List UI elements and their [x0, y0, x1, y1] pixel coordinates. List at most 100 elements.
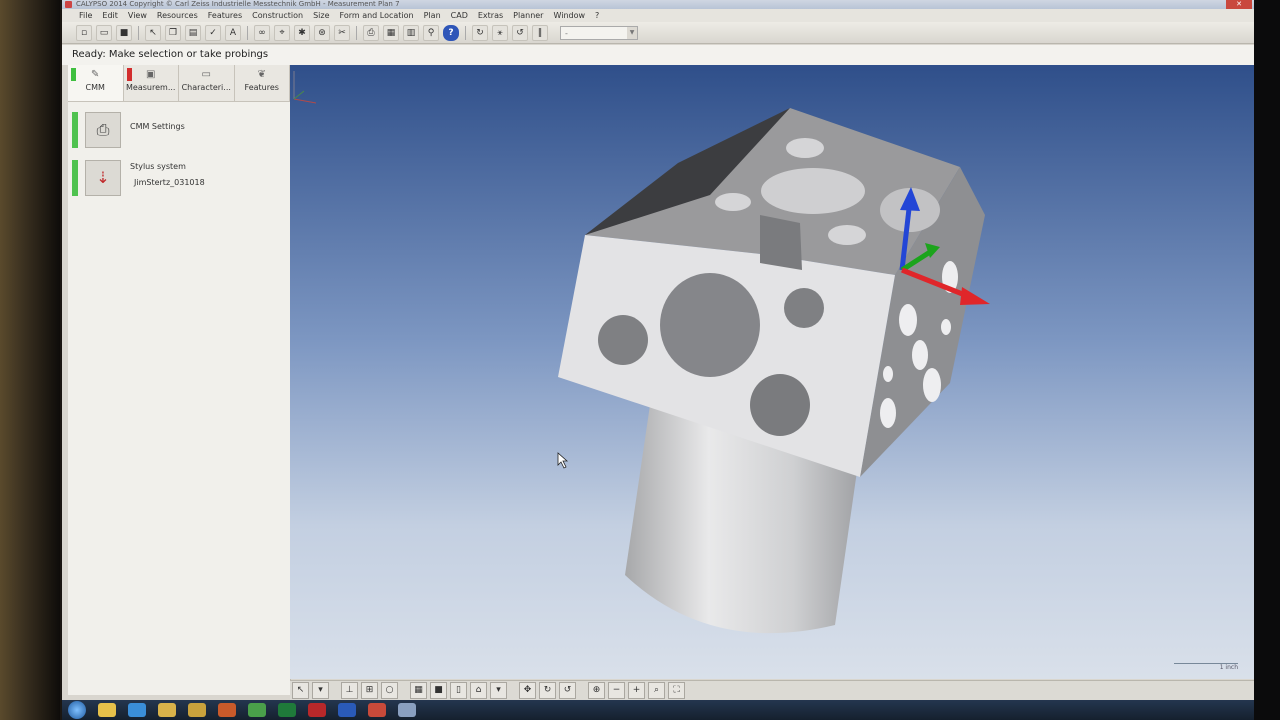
probe-ring-icon[interactable]: ⊛	[314, 24, 330, 41]
toolbar-separator	[356, 25, 357, 40]
zoom-in-icon[interactable]: +	[628, 682, 645, 699]
menu-resources[interactable]: Resources	[152, 11, 203, 20]
side-hole	[899, 304, 917, 336]
app-icon[interactable]	[368, 703, 386, 717]
check-icon[interactable]: ✓	[205, 24, 221, 41]
tab-label: Features	[244, 83, 279, 92]
print-icon[interactable]: ⎙	[363, 24, 379, 41]
solid-icon[interactable]: ■	[430, 682, 447, 699]
pause-icon[interactable]: ‖	[532, 24, 548, 41]
help-icon[interactable]: ?	[443, 24, 459, 41]
menu-plan[interactable]: Plan	[419, 11, 446, 20]
rotate-icon[interactable]: ↻	[472, 24, 488, 41]
excel-icon[interactable]	[278, 703, 296, 717]
pan-icon[interactable]: ✥	[519, 682, 536, 699]
app-icon	[65, 1, 72, 8]
calypso-icon[interactable]	[398, 703, 416, 717]
open-icon[interactable]: ▭	[96, 24, 112, 41]
side-hole	[941, 319, 951, 335]
pdf-icon[interactable]	[308, 703, 326, 717]
list-item-cmm-settings[interactable]: ⎙ CMM Settings	[68, 112, 290, 150]
cylinder-view-icon[interactable]: ▯	[450, 682, 467, 699]
side-hole	[883, 366, 893, 382]
save-icon[interactable]: ■	[116, 24, 132, 41]
fit-view-icon[interactable]: ⛶	[668, 682, 685, 699]
chrome-icon[interactable]	[248, 703, 266, 717]
tab-cmm[interactable]: ✎ CMM	[68, 65, 124, 101]
chevron-down-icon[interactable]: ▼	[627, 26, 637, 39]
monitor-bezel	[1250, 0, 1280, 720]
menu-view[interactable]: View	[123, 11, 152, 20]
menu-help[interactable]: ?	[590, 11, 604, 20]
sphere-icon[interactable]: ○	[381, 682, 398, 699]
select-icon[interactable]: ↖	[292, 682, 309, 699]
main-toolbar: ▫ ▭ ■ ↖ ❐ ▤ ✓ A ∞ ⌖ ✱ ⊛ ✂ ⎙ ▦ ▥ ⚲ ? ↻ ⚹ …	[62, 22, 1254, 44]
sidebar: ✎ CMM ▣ Measurem... ▭ Characteri... ❦ Fe…	[68, 65, 291, 695]
close-button[interactable]: ✕	[1226, 0, 1252, 9]
menu-window[interactable]: Window	[548, 11, 590, 20]
pointer-icon[interactable]: ↖	[145, 24, 161, 41]
shade-icon[interactable]: ▦	[410, 682, 427, 699]
background-wall	[0, 0, 60, 720]
combo-value: -	[565, 28, 568, 38]
status-flag	[126, 68, 132, 81]
scale-bar: 1 inch	[1174, 663, 1238, 671]
status-bar	[72, 160, 78, 196]
multi-probe-icon[interactable]: ⊞	[361, 682, 378, 699]
zoom-area-icon[interactable]: ⊕	[588, 682, 605, 699]
new-icon[interactable]: ▫	[76, 24, 92, 41]
media-player-icon[interactable]	[218, 703, 236, 717]
folder-icon[interactable]	[98, 703, 116, 717]
menu-features[interactable]: Features	[203, 11, 247, 20]
list-item-stylus-system[interactable]: ⇣ Stylus system JimStertz_031018	[68, 160, 290, 198]
menu-extras[interactable]: Extras	[473, 11, 508, 20]
tab-label: CMM	[85, 83, 105, 92]
print-preview-icon[interactable]: ▦	[383, 24, 399, 41]
chevron-down-icon[interactable]: ▾	[312, 682, 329, 699]
toolbar-combo[interactable]: - ▼	[560, 25, 638, 40]
probe-view-icon[interactable]: ⊥	[341, 682, 358, 699]
menu-cad[interactable]: CAD	[446, 11, 473, 20]
report-icon[interactable]: ▥	[403, 24, 419, 41]
browser-icon[interactable]	[128, 703, 146, 717]
menu-form-and-location[interactable]: Form and Location	[335, 11, 419, 20]
paste-icon[interactable]: ▤	[185, 24, 201, 41]
reset-icon[interactable]: ↺	[512, 24, 528, 41]
menu-edit[interactable]: Edit	[97, 11, 123, 20]
sidebar-tabs: ✎ CMM ▣ Measurem... ▭ Characteri... ❦ Fe…	[68, 65, 290, 102]
cad-model	[557, 108, 990, 634]
tab-characteristics[interactable]: ▭ Characteri...	[179, 65, 235, 101]
axis-icon[interactable]: ⚹	[492, 24, 508, 41]
front-hole	[598, 315, 648, 365]
menu-bar: File Edit View Resources Features Constr…	[62, 9, 1254, 22]
word-icon[interactable]	[338, 703, 356, 717]
stylus-icon[interactable]: ⚲	[423, 24, 439, 41]
status-flag	[71, 68, 76, 81]
rotate-view-icon[interactable]: ↻	[539, 682, 556, 699]
binoculars-icon[interactable]: ∞	[254, 24, 270, 41]
probe-settings-icon[interactable]: ✱	[294, 24, 310, 41]
status-bar	[72, 112, 78, 148]
rotate-left-icon[interactable]: ↺	[559, 682, 576, 699]
zoom-out-icon[interactable]: −	[608, 682, 625, 699]
tab-label: Characteri...	[181, 83, 231, 92]
tab-measurement[interactable]: ▣ Measurem...	[124, 65, 179, 101]
start-button[interactable]	[68, 701, 86, 719]
probe-icon[interactable]: ⌖	[274, 24, 290, 41]
copy-icon[interactable]: ❐	[165, 24, 181, 41]
menu-file[interactable]: File	[74, 11, 97, 20]
files-icon[interactable]	[188, 703, 206, 717]
tab-features[interactable]: ❦ Features	[235, 65, 290, 101]
menu-construction[interactable]: Construction	[247, 11, 308, 20]
front-hole	[750, 374, 810, 436]
search-icon[interactable]: ⌕	[648, 682, 665, 699]
menu-planner[interactable]: Planner	[508, 11, 548, 20]
font-icon[interactable]: A	[225, 24, 241, 41]
side-hole	[923, 368, 941, 402]
chevron-down-icon[interactable]: ▾	[490, 682, 507, 699]
clip-icon[interactable]: ⌂	[470, 682, 487, 699]
menu-size[interactable]: Size	[308, 11, 334, 20]
cad-viewport[interactable]: 1 inch	[290, 65, 1254, 679]
explorer-icon[interactable]	[158, 703, 176, 717]
tools-icon[interactable]: ✂	[334, 24, 350, 41]
